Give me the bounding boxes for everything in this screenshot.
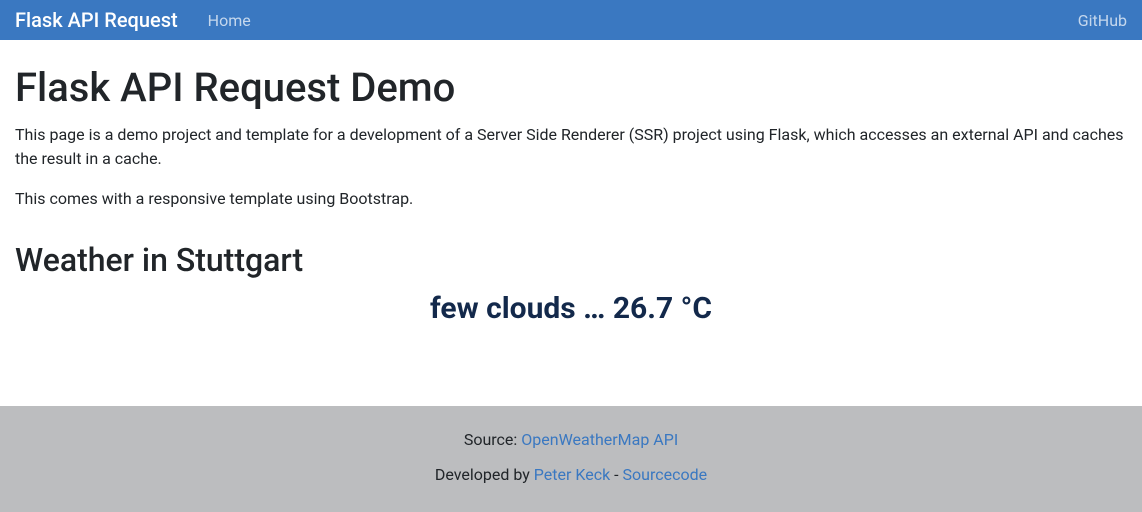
- weather-display: few clouds … 26.7 °C: [15, 291, 1127, 326]
- navbar-brand[interactable]: Flask API Request: [15, 8, 178, 32]
- main-content: Flask API Request Demo This page is a de…: [0, 40, 1142, 406]
- footer-sourcecode-link[interactable]: Sourcecode: [623, 465, 708, 484]
- intro-paragraph-2: This comes with a responsive template us…: [15, 187, 1127, 211]
- footer-developer-line: Developed by Peter Keck - Sourcecode: [15, 465, 1127, 484]
- footer: Source: OpenWeatherMap API Developed by …: [0, 406, 1142, 512]
- footer-source-link[interactable]: OpenWeatherMap API: [521, 430, 678, 449]
- navbar: Flask API Request Home GitHub: [0, 0, 1142, 40]
- footer-separator: -: [610, 465, 622, 484]
- footer-source-prefix: Source:: [464, 430, 521, 449]
- section-title: Weather in Stuttgart: [15, 241, 1127, 279]
- navbar-left: Flask API Request Home: [15, 8, 251, 32]
- nav-link-github[interactable]: GitHub: [1078, 11, 1127, 30]
- footer-source-line: Source: OpenWeatherMap API: [15, 430, 1127, 449]
- footer-developer-link[interactable]: Peter Keck: [534, 465, 610, 484]
- page-title: Flask API Request Demo: [15, 64, 1127, 111]
- intro-paragraph-1: This page is a demo project and template…: [15, 123, 1127, 171]
- nav-link-home[interactable]: Home: [208, 11, 251, 30]
- footer-developed-prefix: Developed by: [435, 465, 534, 484]
